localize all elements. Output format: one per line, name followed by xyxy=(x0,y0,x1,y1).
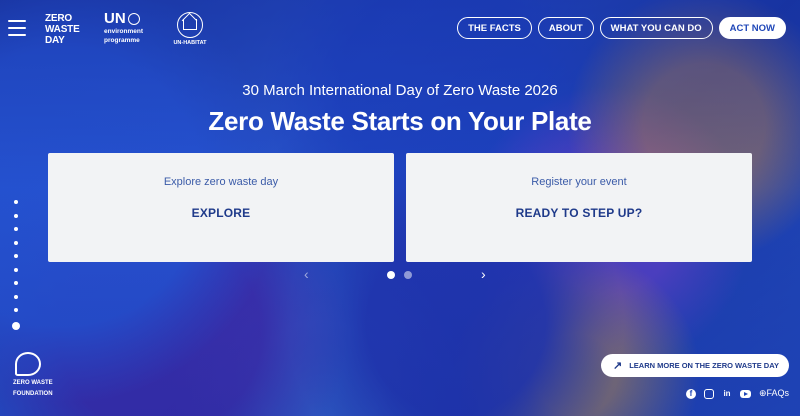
unep-logo-un: UN xyxy=(104,10,126,27)
side-nav-dot[interactable] xyxy=(14,308,18,312)
unep-logo-line: environment xyxy=(104,28,144,35)
facebook-icon[interactable]: f xyxy=(686,388,696,399)
explore-link[interactable]: EXPLORE xyxy=(48,206,394,220)
youtube-icon[interactable] xyxy=(740,389,751,398)
zw-logo-line: ZERO xyxy=(45,13,72,24)
register-card-text: Register your event xyxy=(531,176,627,188)
unep-logo-line: programme xyxy=(104,36,140,44)
register-card[interactable]: Register your event READY TO STEP UP? xyxy=(406,153,752,262)
unep-logo[interactable]: UN environment programme xyxy=(104,11,156,44)
foundation-leaf-icon xyxy=(15,352,41,376)
zw-logo-line: WASTE xyxy=(45,24,80,35)
faqs-icon: ⊕ xyxy=(759,388,767,398)
side-nav-dot[interactable] xyxy=(14,281,18,285)
side-nav-dot[interactable] xyxy=(14,213,18,218)
side-nav-dot[interactable] xyxy=(14,254,18,258)
side-nav-dot[interactable] xyxy=(14,267,18,272)
faqs-link[interactable]: ⊕FAQs xyxy=(759,388,789,399)
learn-more-label: LEARN MORE ON THE ZERO WASTE DAY xyxy=(629,361,779,370)
arrow-up-right-icon: ↗ xyxy=(613,360,623,372)
top-nav: THE FACTS ABOUT WHAT YOU CAN DO ACT NOW xyxy=(457,17,786,39)
instagram-icon[interactable] xyxy=(704,388,714,399)
zero-waste-day-logo[interactable]: ZERO WASTE DAY xyxy=(45,13,80,46)
side-section-nav xyxy=(12,200,20,339)
explore-card[interactable]: Explore zero waste day EXPLORE xyxy=(48,153,394,262)
social-links: f in ⊕FAQs xyxy=(686,388,789,399)
faqs-label: FAQs xyxy=(766,388,790,398)
nav-about[interactable]: ABOUT xyxy=(537,17,594,39)
ready-to-step-up-link[interactable]: READY TO STEP UP? xyxy=(406,206,752,220)
zw-logo-line: DAY xyxy=(45,35,65,46)
hero-subtitle: 30 March International Day of Zero Waste… xyxy=(242,82,558,99)
carousel-next-icon[interactable]: › xyxy=(481,266,486,282)
foundation-caption: FOUNDATION xyxy=(13,390,53,397)
side-nav-dot[interactable] xyxy=(14,227,18,231)
nav-the-facts[interactable]: THE FACTS xyxy=(457,17,532,39)
learn-more-button[interactable]: ↗ LEARN MORE ON THE ZERO WASTE DAY xyxy=(601,354,789,377)
un-globe-icon xyxy=(127,13,140,25)
un-habitat-emblem-icon xyxy=(177,12,203,38)
nav-what-you-can-do[interactable]: WHAT YOU CAN DO xyxy=(599,17,713,39)
side-nav-dot[interactable] xyxy=(14,200,18,204)
zero-waste-foundation-logo[interactable]: ZERO WASTE FOUNDATION xyxy=(13,352,53,397)
carousel-prev-icon[interactable]: ‹ xyxy=(304,266,309,282)
carousel-dot-active[interactable] xyxy=(387,271,395,279)
foundation-caption: ZERO WASTE xyxy=(13,380,53,386)
act-now-button[interactable]: ACT NOW xyxy=(718,17,786,39)
un-habitat-caption: UN-HABITAT xyxy=(173,40,207,46)
explore-card-text: Explore zero waste day xyxy=(163,176,279,188)
linkedin-icon[interactable]: in xyxy=(722,389,732,399)
side-nav-dot[interactable] xyxy=(14,294,18,299)
carousel-dot[interactable] xyxy=(404,271,412,279)
side-nav-dot[interactable] xyxy=(14,240,18,245)
side-nav-dot-active[interactable] xyxy=(12,321,20,330)
hamburger-menu-icon[interactable] xyxy=(8,20,26,36)
un-habitat-logo[interactable]: UN-HABITAT xyxy=(170,12,210,46)
hero-title: Zero Waste Starts on Your Plate xyxy=(208,106,592,136)
